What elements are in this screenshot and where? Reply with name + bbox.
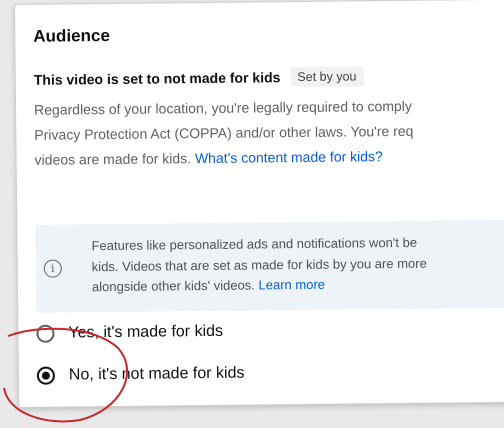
info-text: Features like personalized ads and notif… <box>91 233 427 298</box>
content-made-for-kids-link[interactable]: What's content made for kids? <box>195 148 383 166</box>
coppa-description: Regardless of your location, you're lega… <box>34 92 504 172</box>
info-line-3: alongside other kids' videos. <box>91 277 259 295</box>
status-text: This video is set to not made for kids <box>33 69 281 88</box>
set-by-you-badge: Set by you <box>290 66 364 88</box>
info-line-2: kids. Videos that are set as made for ki… <box>91 255 427 274</box>
audience-heading: Audience <box>33 25 110 46</box>
option-made-for-kids-label: Yes, it's made for kids <box>68 322 224 342</box>
option-not-made-for-kids-label: No, it's not made for kids <box>68 364 245 384</box>
learn-more-link[interactable]: Learn more <box>258 277 325 293</box>
info-line-1: Features like personalized ads and notif… <box>91 234 418 254</box>
audience-panel: Audience This video is set to not made f… <box>14 0 504 408</box>
radio-not-made-for-kids[interactable] <box>36 366 55 385</box>
option-not-made-for-kids[interactable]: No, it's not made for kids <box>36 364 245 385</box>
description-line-3: videos are made for kids. <box>34 150 196 168</box>
info-box: i Features like personalized ads and not… <box>35 219 504 313</box>
option-made-for-kids[interactable]: Yes, it's made for kids <box>36 323 223 343</box>
made-for-kids-status: This video is set to not made for kids S… <box>34 66 364 89</box>
radio-made-for-kids[interactable] <box>36 324 55 343</box>
info-icon: i <box>43 259 62 278</box>
